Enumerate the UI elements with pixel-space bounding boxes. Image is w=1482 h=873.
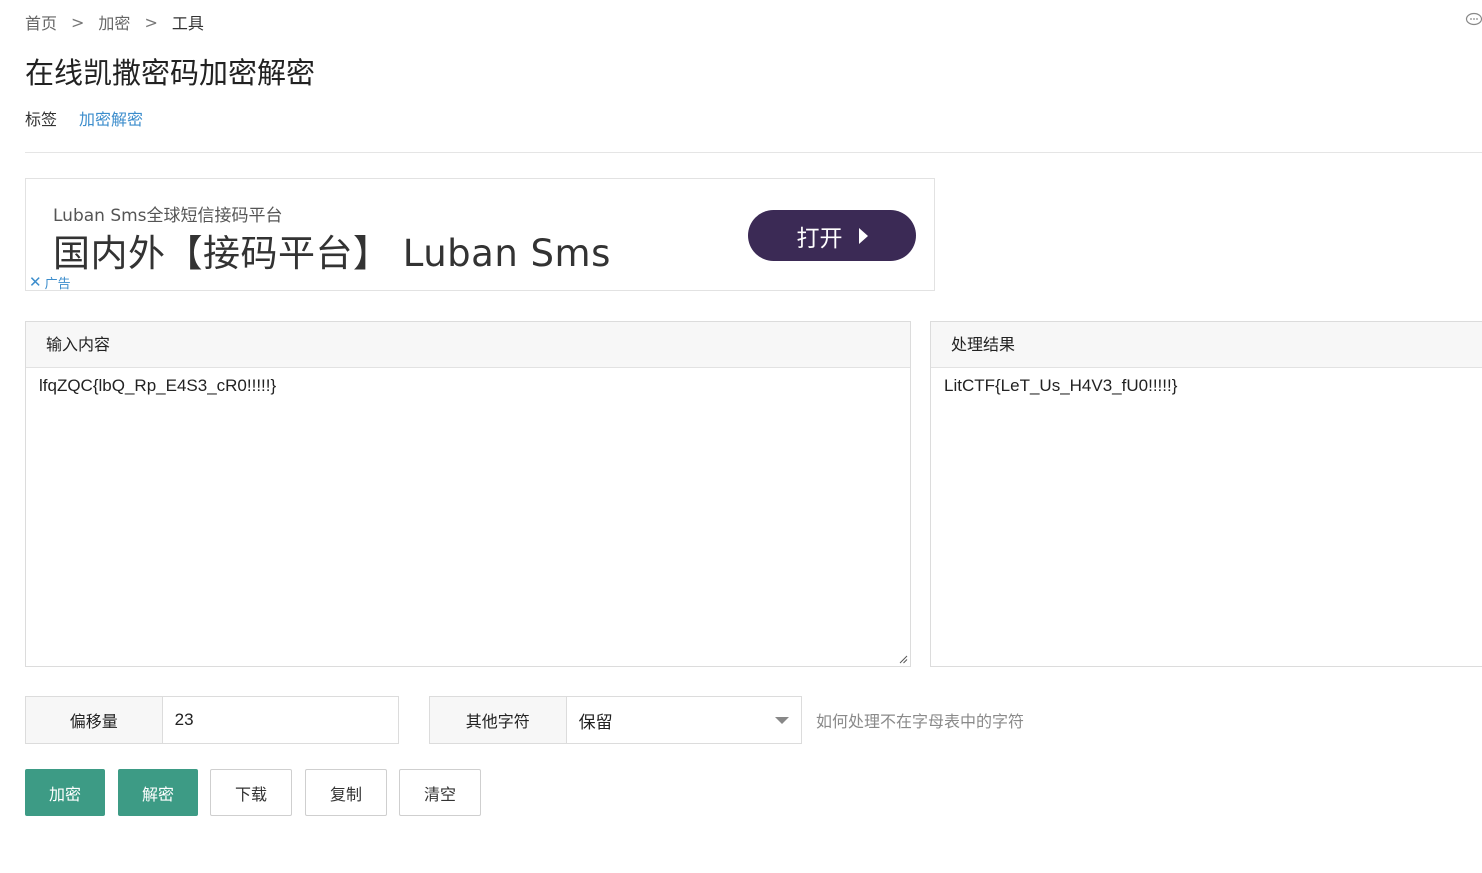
input-panel-header: 输入内容 (26, 322, 910, 368)
comment-icon[interactable] (1464, 12, 1482, 28)
ad-open-label: 打开 (796, 225, 843, 252)
tags-label: 标签 (25, 110, 58, 129)
tag-link-encrypt-decrypt[interactable]: 加密解密 (79, 106, 143, 130)
result-text: LitCTF{LeT_Us_H4V3_fU0!!!!!} (944, 376, 1178, 395)
page-title: 在线凯撒密码加密解密 (25, 56, 316, 90)
ad-label: 广告 (44, 277, 71, 292)
input-text: lfqZQC{lbQ_Rp_E4S3_cR0!!!!!} (39, 376, 277, 395)
chevron-down-icon (775, 716, 789, 724)
other-chars-label: 其他字符 (430, 697, 567, 743)
offset-field-group: 偏移量 23 (25, 696, 399, 744)
result-panel-header: 处理结果 (931, 322, 1482, 368)
close-icon: ✕ (29, 273, 42, 291)
breadcrumb-separator: > (144, 12, 158, 32)
encrypt-button[interactable]: 加密 (25, 769, 105, 816)
breadcrumb: 首页 > 加密 > 工具 (25, 10, 204, 34)
other-chars-selected: 保留 (578, 712, 613, 733)
ad-close-button[interactable]: ✕ 广告 (29, 273, 71, 293)
breadcrumb-tools[interactable]: 工具 (172, 10, 204, 34)
other-chars-hint: 如何处理不在字母表中的字符 (816, 712, 1025, 731)
input-textarea[interactable]: lfqZQC{lbQ_Rp_E4S3_cR0!!!!!} (26, 368, 910, 666)
result-panel: 处理结果 LitCTF{LeT_Us_H4V3_fU0!!!!!} (930, 321, 1482, 667)
other-chars-select[interactable]: 保留 (567, 697, 801, 743)
ad-open-button[interactable]: 打开 (748, 210, 916, 261)
clear-button[interactable]: 清空 (399, 769, 481, 816)
download-button[interactable]: 下载 (210, 769, 292, 816)
offset-input[interactable]: 23 (163, 697, 398, 743)
ad-headline: 国内外【接码平台】 Luban Sms (53, 232, 611, 275)
ad-banner[interactable]: Luban Sms全球短信接码平台 国内外【接码平台】 Luban Sms 打开… (25, 178, 935, 293)
other-chars-field-group: 其他字符 保留 (429, 696, 802, 744)
breadcrumb-separator: > (71, 12, 85, 32)
divider (25, 152, 1482, 153)
breadcrumb-encrypt[interactable]: 加密 (98, 10, 130, 34)
decrypt-button[interactable]: 解密 (118, 769, 198, 816)
resize-handle-icon[interactable] (899, 655, 908, 664)
breadcrumb-home[interactable]: 首页 (25, 10, 57, 34)
tags-row: 标签 加密解密 (25, 106, 143, 130)
play-arrow-icon (858, 227, 868, 244)
copy-button[interactable]: 复制 (305, 769, 387, 816)
offset-label: 偏移量 (26, 697, 163, 743)
input-panel: 输入内容 lfqZQC{lbQ_Rp_E4S3_cR0!!!!!} (25, 321, 911, 667)
result-textarea[interactable]: LitCTF{LeT_Us_H4V3_fU0!!!!!} (931, 368, 1482, 666)
